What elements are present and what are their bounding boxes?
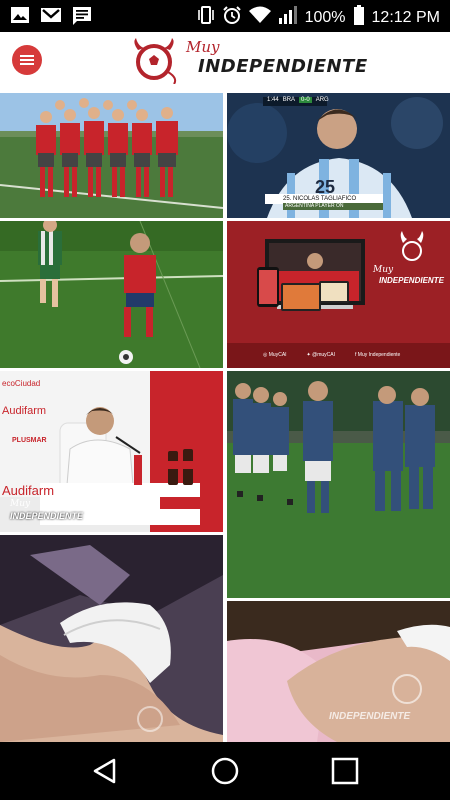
status-bar: 100% 12:12 PM <box>0 0 450 32</box>
social-twitter: ✦ @muyCAI <box>306 352 335 358</box>
photo-tile-promo[interactable]: Muy INDEPENDIENTE ◎ MuyCAI ✦ @muyCAI f M… <box>227 221 450 368</box>
photo-tile-press[interactable]: Audifarm Audifarm PLUSMAR ecoCiudad Muy … <box>0 371 223 532</box>
player-caption-sub: ARGENTINA PLAYER ON <box>283 203 383 210</box>
image-icon <box>10 6 30 31</box>
gmail-icon <box>40 6 62 31</box>
battery-percent: 100% <box>304 8 346 26</box>
alarm-icon <box>222 5 242 30</box>
message-icon <box>72 6 92 31</box>
banner-text-ecociudad: ecoCiudad <box>2 379 41 388</box>
recents-button[interactable] <box>330 756 360 786</box>
devil-ball-icon <box>134 38 177 84</box>
banner-text-audifarm-1: Audifarm <box>2 405 47 417</box>
app-logo: Muy INDEPENDIENTE <box>128 36 367 86</box>
menu-button[interactable] <box>12 45 42 75</box>
photo-tile-team[interactable] <box>0 93 223 218</box>
photo-tile-ankle-2[interactable]: INDEPENDIENTE <box>227 601 450 742</box>
back-triangle-icon <box>93 758 116 784</box>
watermark-muy: Muy <box>10 499 31 509</box>
photo-tile-broadcast[interactable]: 1:44 BRA 0-0 ARG 25 25. NICOLAS TAGLIAFI… <box>227 93 450 218</box>
photo-tile-ankle-1[interactable] <box>0 535 223 742</box>
social-links: ◎ MuyCAI ✦ @muyCAI f Muy Independiente <box>263 352 400 358</box>
home-button[interactable] <box>210 756 240 786</box>
navigation-bar <box>0 742 450 800</box>
watermark-independiente-2: INDEPENDIENTE <box>329 711 411 722</box>
battery-icon <box>353 5 365 30</box>
promo-logo-independiente: INDEPENDIENTE <box>379 276 444 285</box>
social-instagram: ◎ MuyCAI <box>263 352 287 358</box>
promo-logo-muy: Muy <box>373 265 394 275</box>
social-facebook: f Muy Independiente <box>355 352 401 358</box>
app-bar: Muy INDEPENDIENTE <box>0 32 450 90</box>
clock: 12:12 PM <box>371 8 440 26</box>
logo-text-muy: Muy <box>186 38 220 56</box>
banner-text-plusmar: PLUSMAR <box>12 437 47 444</box>
banner-text-audifarm-2: Audifarm <box>2 483 55 498</box>
vibrate-icon <box>197 5 215 30</box>
scoreboard: 1:44 BRA 0-0 ARG <box>267 97 329 103</box>
photo-grid: 1:44 BRA 0-0 ARG 25 25. NICOLAS TAGLIAFI… <box>0 90 450 742</box>
hamburger-menu-icon <box>20 55 34 57</box>
home-circle-icon <box>211 757 239 785</box>
back-button[interactable] <box>90 756 120 786</box>
watermark-independiente: INDEPENDIENTE <box>10 511 84 521</box>
photo-tile-match[interactable] <box>0 221 223 368</box>
photo-tile-training[interactable] <box>227 371 450 598</box>
recents-square-icon <box>331 757 359 785</box>
logo-text-independiente: INDEPENDIENTE <box>198 56 368 77</box>
signal-icon <box>278 6 298 29</box>
wifi-icon <box>248 6 271 29</box>
